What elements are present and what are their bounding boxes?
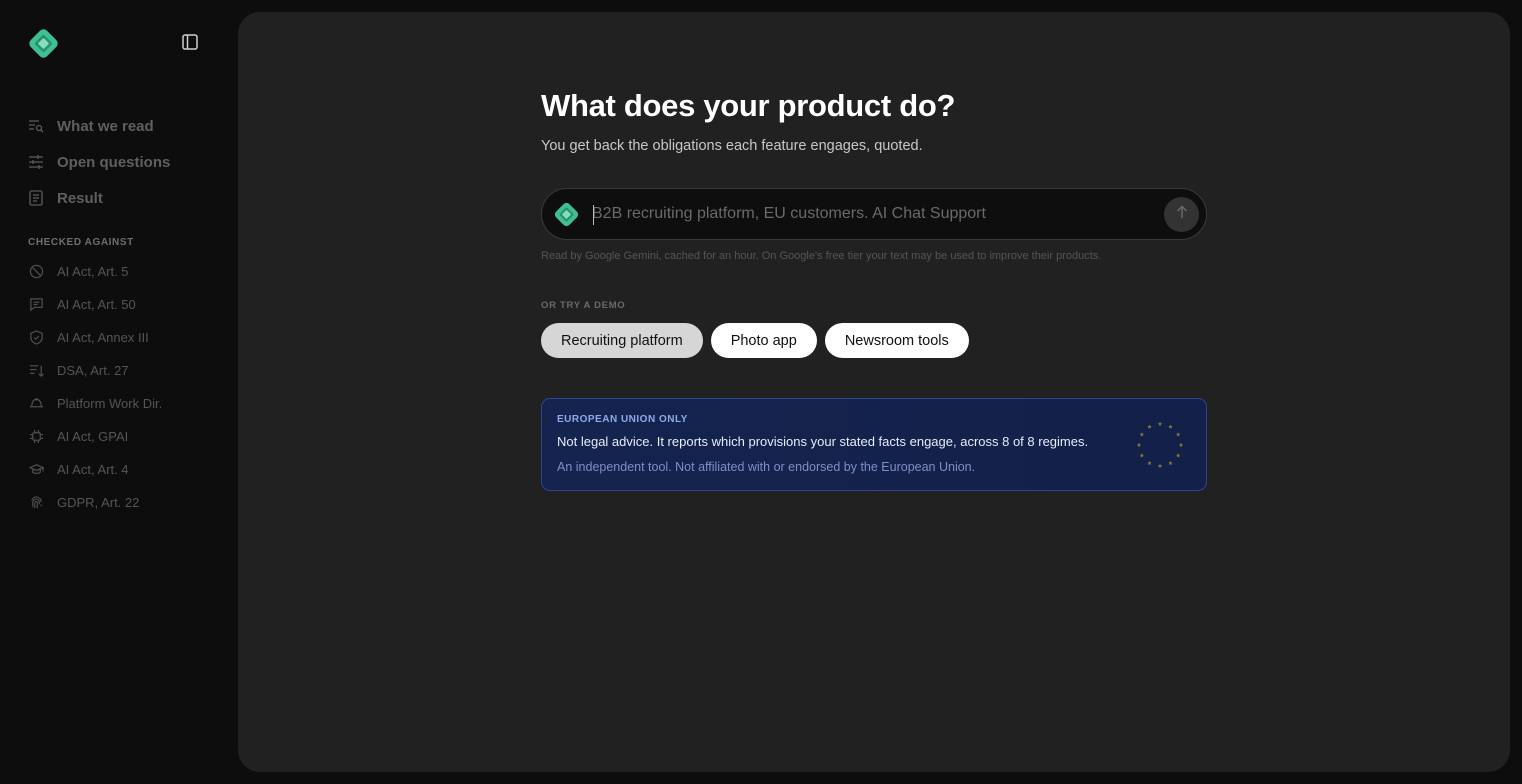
eu-star	[1175, 432, 1181, 437]
eu-star	[1168, 460, 1173, 466]
text-caret	[593, 205, 594, 225]
eu-star	[1136, 442, 1142, 447]
demo-heading: OR TRY A DEMO	[541, 300, 626, 311]
regime-item-ai-act-gpai[interactable]: AI Act, GPAI	[28, 420, 162, 453]
regime-list: AI Act, Art. 5 AI Act, Art. 50 AI Act, A…	[28, 255, 162, 519]
checked-against-heading: CHECKED AGAINST	[28, 237, 134, 248]
eu-star	[1157, 421, 1163, 426]
page-subtitle: You get back the obligations each featur…	[541, 138, 923, 154]
sort-list-icon	[28, 363, 44, 379]
regime-label: AI Act, Art. 4	[57, 462, 129, 477]
regime-item-ai-act-annex3[interactable]: AI Act, Annex III	[28, 321, 162, 354]
worker-helmet-icon	[28, 396, 44, 412]
sidebar-toggle-icon	[182, 33, 198, 55]
graduation-cap-icon	[28, 462, 44, 478]
eu-star	[1168, 424, 1173, 429]
gemini-disclaimer: Read by Google Gemini, cached for an hou…	[541, 250, 1102, 262]
eu-notice-card: EUROPEAN UNION ONLY Not legal advice. It…	[541, 398, 1207, 491]
sidebar-item-open-questions[interactable]: Open questions	[28, 144, 170, 180]
diamond-logo-icon[interactable]	[27, 27, 60, 60]
eu-stars-icon	[1136, 421, 1184, 468]
sidebar-item-what-we-read[interactable]: What we read	[28, 108, 170, 144]
demo-photo-app-button[interactable]: Photo app	[710, 323, 817, 358]
arrow-up-icon	[1175, 205, 1189, 224]
list-search-icon	[28, 118, 44, 134]
prohibited-icon	[28, 264, 44, 280]
demo-newsroom-tools-button[interactable]: Newsroom tools	[824, 323, 969, 358]
regime-label: Platform Work Dir.	[57, 396, 163, 411]
app: What we read Open questions Result CHECK…	[0, 0, 1522, 784]
eu-notice-title: EUROPEAN UNION ONLY	[557, 414, 688, 425]
regime-item-gdpr-art22[interactable]: GDPR, Art. 22	[28, 486, 162, 519]
regime-item-ai-act-art50[interactable]: AI Act, Art. 50	[28, 288, 162, 321]
regime-item-ai-act-art4[interactable]: AI Act, Art. 4	[28, 453, 162, 486]
document-icon	[28, 190, 44, 206]
shield-icon	[28, 330, 44, 346]
demo-recruiting-platform-button[interactable]: Recruiting platform	[541, 323, 703, 358]
sidebar-item-label: What we read	[57, 117, 154, 135]
regime-item-ai-act-art5[interactable]: AI Act, Art. 5	[28, 255, 162, 288]
page-title: What does your product do?	[541, 88, 956, 123]
fingerprint-icon	[28, 495, 44, 511]
regime-label: AI Act, GPAI	[57, 429, 129, 444]
sidebar-item-label: Result	[57, 189, 103, 207]
product-description-input[interactable]	[592, 189, 1152, 239]
eu-star	[1147, 424, 1152, 429]
sidebar-nav: What we read Open questions Result	[28, 108, 170, 216]
regime-label: GDPR, Art. 22	[57, 495, 140, 510]
eu-notice-sub: An independent tool. Not affiliated with…	[557, 460, 976, 474]
main-panel: What does your product do? You get back …	[238, 12, 1510, 772]
diamond-logo-icon	[553, 201, 580, 228]
product-description-box	[541, 188, 1207, 240]
eu-star	[1147, 460, 1152, 466]
send-button[interactable]	[1164, 197, 1199, 232]
regime-label: DSA, Art. 27	[57, 363, 129, 378]
sidebar-item-result[interactable]: Result	[28, 180, 170, 216]
sidebar: What we read Open questions Result CHECK…	[0, 0, 238, 784]
regime-item-dsa-art27[interactable]: DSA, Art. 27	[28, 354, 162, 387]
eu-star	[1139, 432, 1145, 437]
sidebar-toggle-button[interactable]	[180, 33, 200, 55]
regime-label: AI Act, Art. 50	[57, 297, 136, 312]
sliders-icon	[28, 154, 44, 170]
eu-star	[1175, 453, 1181, 458]
regime-item-platform-work-dir[interactable]: Platform Work Dir.	[28, 387, 162, 420]
chip-icon	[28, 429, 44, 445]
demo-chips: Recruiting platform Photo app Newsroom t…	[541, 323, 969, 358]
sidebar-item-label: Open questions	[57, 153, 171, 171]
eu-star	[1178, 442, 1184, 447]
eu-star	[1139, 453, 1145, 458]
regime-label: AI Act, Annex III	[57, 330, 149, 345]
eu-star	[1157, 463, 1163, 468]
eu-notice-text: Not legal advice. It reports which provi…	[557, 434, 1089, 449]
regime-label: AI Act, Art. 5	[57, 264, 129, 279]
chat-bubble-icon	[28, 297, 44, 313]
